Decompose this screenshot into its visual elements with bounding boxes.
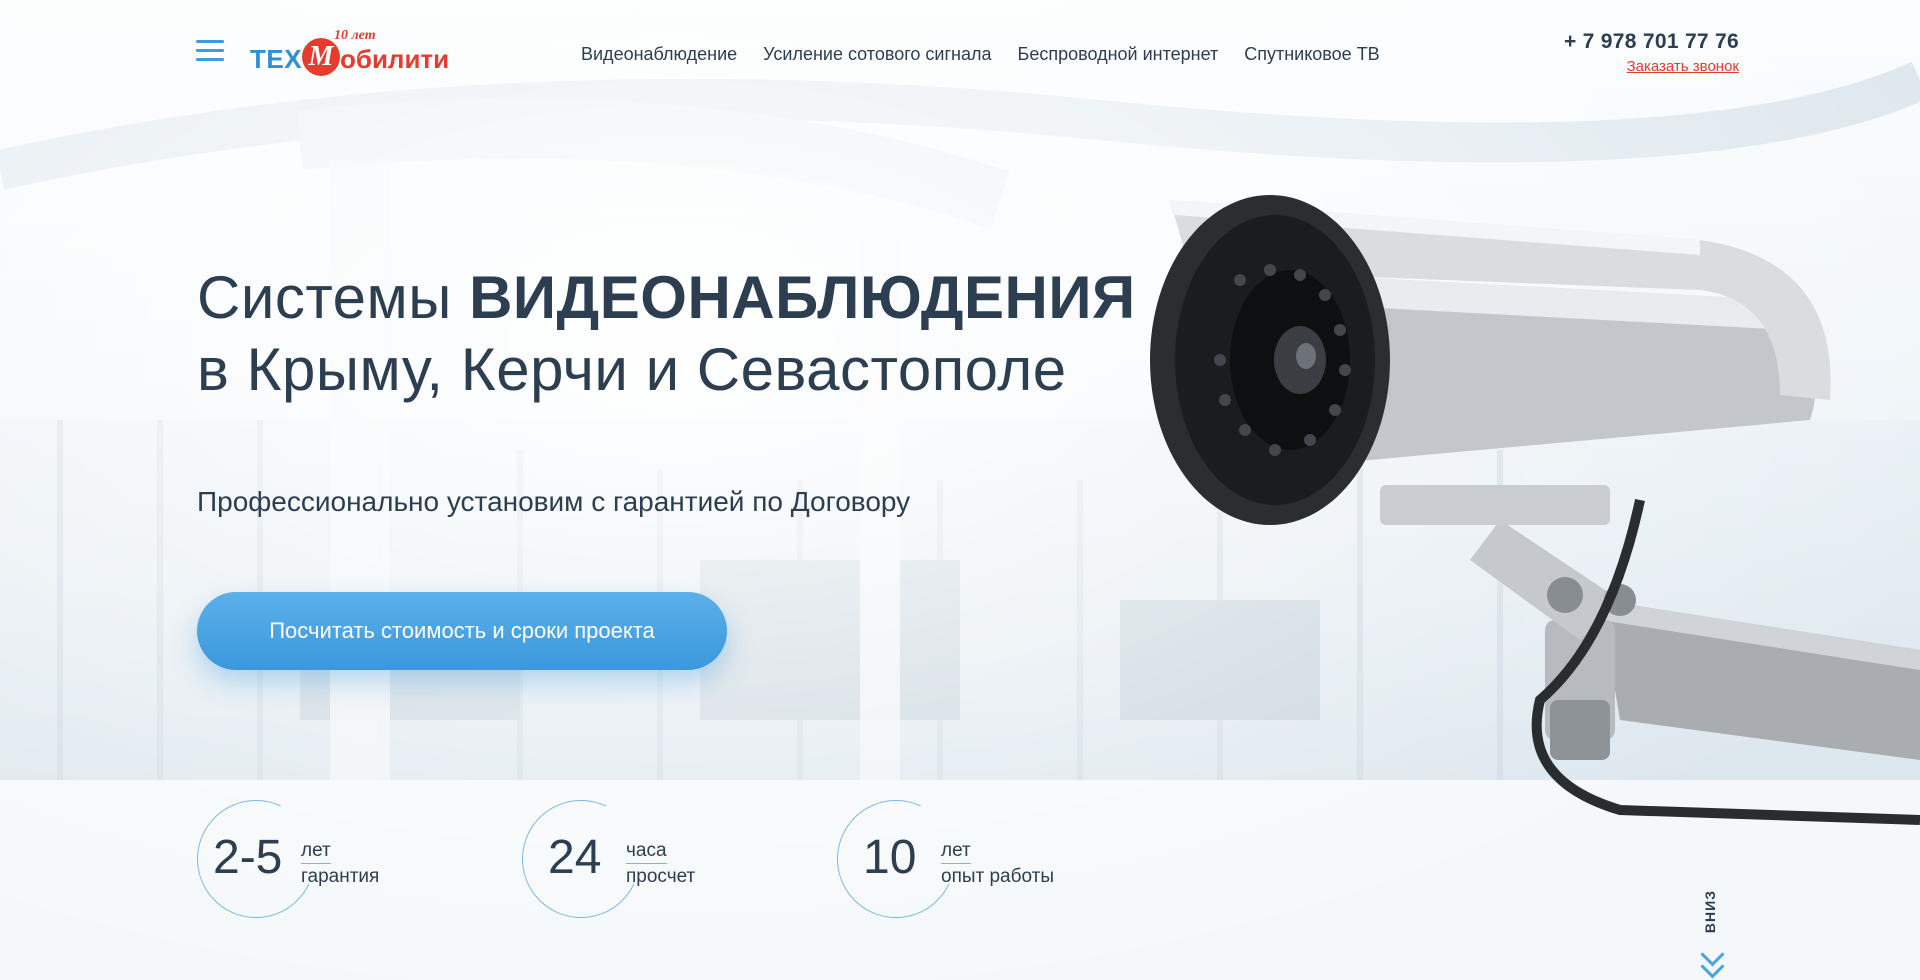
- stat-label: часа просчет: [626, 838, 695, 889]
- hero-heading: Системы ВИДЕОНАБЛЮДЕНИЯ в Крыму, Керчи и…: [197, 262, 1177, 406]
- hero-title: Системы ВИДЕОНАБЛЮДЕНИЯ в Крыму, Керчи и…: [197, 262, 1177, 406]
- stat-label-top: часа: [626, 838, 667, 864]
- scroll-down-button[interactable]: ВНИЗ: [1698, 880, 1728, 980]
- logo-part-tex: ТЕХ: [250, 44, 303, 74]
- site-header: ТЕХ М 10 лет обилити Видеонаблюдение Уси…: [0, 0, 1920, 110]
- hamburger-menu-icon[interactable]: [196, 40, 224, 62]
- logo-10-years-badge: 10 лет: [334, 28, 376, 43]
- stat-label-bottom: гарантия: [301, 866, 380, 887]
- stat-label: лет гарантия: [301, 838, 379, 889]
- main-nav: Видеонаблюдение Усиление сотового сигнал…: [581, 44, 1380, 65]
- stat-label-top: лет: [301, 838, 331, 864]
- stat-estimate: 24 часа просчет: [505, 783, 782, 935]
- hero-heading-light: Системы: [197, 264, 470, 331]
- site-logo[interactable]: ТЕХ М 10 лет обилити: [250, 28, 480, 80]
- stat-number: 24: [548, 831, 602, 884]
- calculate-cost-button[interactable]: Посчитать стоимость и сроки проекта: [197, 592, 727, 670]
- stat-label-bottom: просчет: [626, 866, 696, 887]
- stat-label-top: лет: [941, 838, 971, 864]
- hero-heading-line2: в Крыму, Керчи и Севастополе: [197, 336, 1067, 403]
- nav-item-wireless[interactable]: Беспроводной интернет: [1018, 44, 1219, 65]
- hero-heading-bold: ВИДЕОНАБЛЮДЕНИЯ: [469, 264, 1136, 331]
- nav-item-satellite[interactable]: Спутниковое ТВ: [1244, 44, 1379, 65]
- logo-part-mobility: обилити: [340, 44, 450, 74]
- nav-item-video[interactable]: Видеонаблюдение: [581, 44, 737, 65]
- callback-link[interactable]: Заказать звонок: [1627, 58, 1739, 75]
- hero-subtitle: Профессионально установим с гарантией по…: [197, 486, 911, 517]
- phone-number[interactable]: + 7 978 701 77 76: [1564, 30, 1739, 54]
- stat-label-bottom: опыт работы: [941, 866, 1055, 887]
- contact-block: + 7 978 701 77 76 Заказать звонок: [1564, 30, 1739, 76]
- scroll-down-label: ВНИЗ: [1702, 890, 1718, 934]
- nav-item-cellular[interactable]: Усиление сотового сигнала: [763, 44, 991, 65]
- stat-label: лет опыт работы: [941, 838, 1054, 889]
- stat-experience: 10 лет опыт работы: [820, 783, 1137, 935]
- stat-warranty: 2-5 лет гарантия: [180, 783, 457, 935]
- stat-number: 2-5: [213, 831, 283, 884]
- stat-number: 10: [863, 831, 917, 884]
